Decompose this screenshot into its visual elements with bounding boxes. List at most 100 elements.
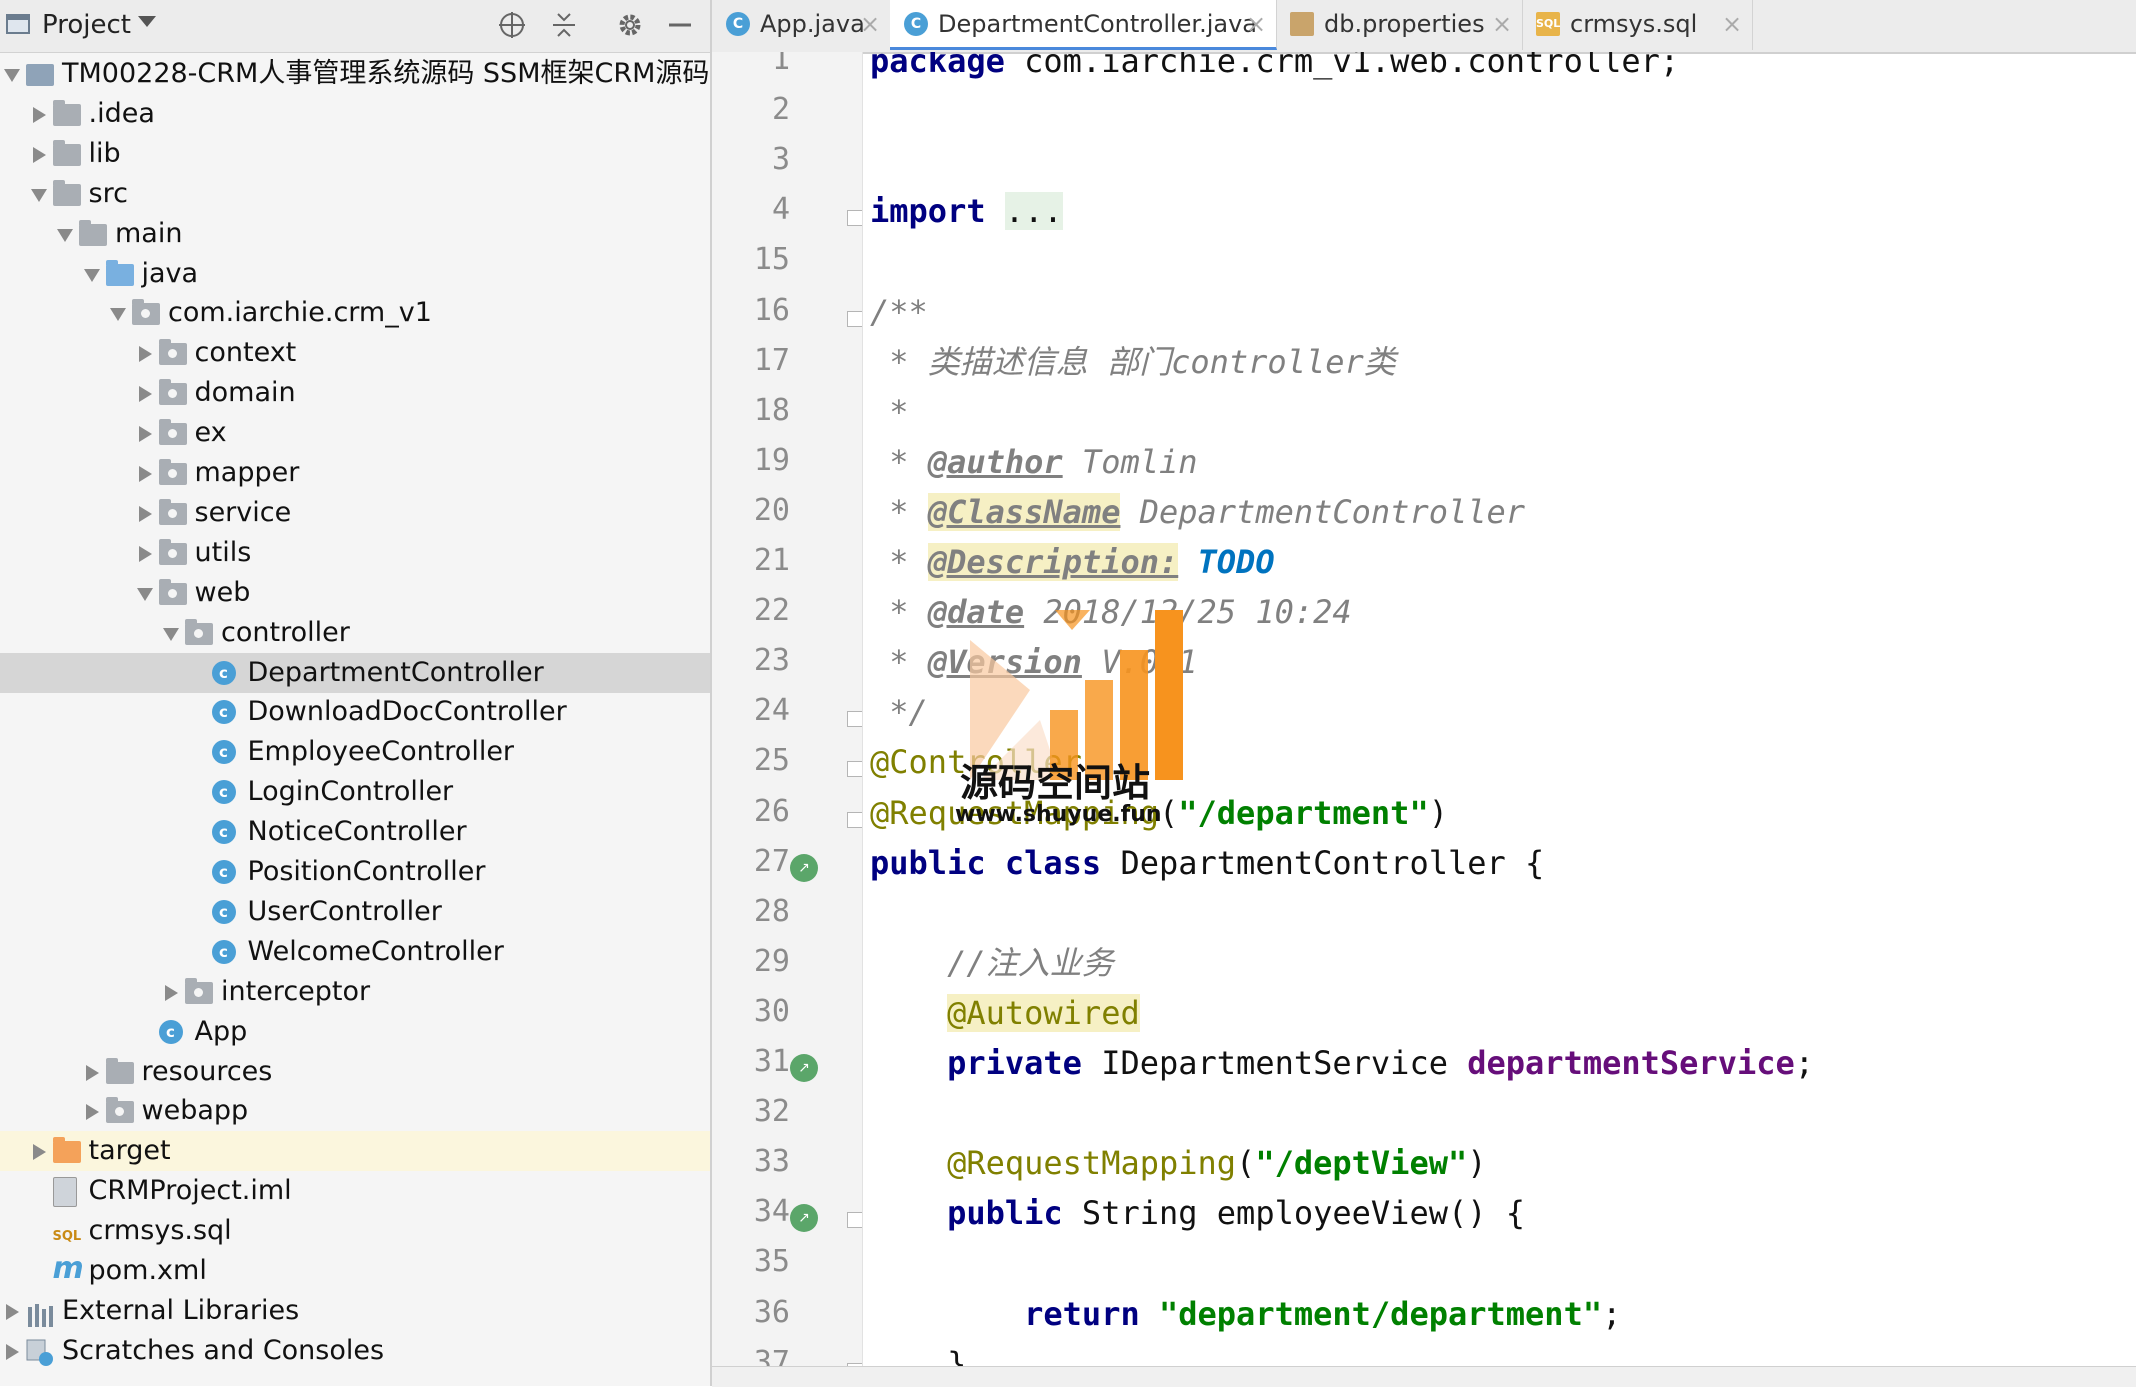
editor-tab[interactable]: C App.java × — [712, 0, 891, 50]
project-panel-title[interactable]: Project — [42, 10, 131, 40]
line-number: 16 — [753, 292, 790, 328]
code-line: @RequestMapping("/deptView") — [870, 1138, 1487, 1188]
fold-marker-icon[interactable] — [847, 1212, 862, 1229]
tree-item[interactable]: External Libraries — [0, 1291, 710, 1331]
tree-item[interactable]: utils — [0, 533, 710, 573]
tree-item[interactable]: java — [0, 254, 710, 294]
expanded-arrow-icon[interactable] — [110, 308, 126, 322]
fold-marker-icon[interactable] — [847, 761, 862, 778]
collapsed-arrow-icon[interactable] — [6, 1343, 19, 1360]
tree-item[interactable]: web — [0, 573, 710, 613]
tree-item[interactable]: TM00228-CRM人事管理系统源码 SSM框架CRM源码 [C — [0, 54, 710, 94]
tree-item[interactable]: c UserController — [0, 892, 710, 932]
collapsed-arrow-icon[interactable] — [85, 1064, 99, 1081]
spring-bean-gutter-icon[interactable]: ↗ — [790, 1054, 818, 1082]
collapsed-arrow-icon[interactable] — [32, 1144, 46, 1161]
tree-item[interactable]: c WelcomeController — [0, 932, 710, 972]
collapsed-arrow-icon[interactable] — [138, 466, 152, 482]
tree-item[interactable]: webapp — [0, 1091, 710, 1131]
tree-item[interactable]: c NoticeController — [0, 812, 710, 852]
fold-marker-icon[interactable] — [847, 210, 862, 227]
collapsed-arrow-icon[interactable] — [165, 984, 178, 1001]
collapsed-arrow-icon[interactable] — [138, 545, 152, 562]
tree-item[interactable]: ex — [0, 413, 710, 453]
collapsed-arrow-icon[interactable] — [6, 1303, 19, 1320]
expanded-arrow-icon[interactable] — [30, 188, 47, 202]
code-token: ( — [1236, 1144, 1256, 1183]
spring-bean-gutter-icon[interactable]: ↗ — [790, 853, 818, 882]
tree-item[interactable]: m pom.xml — [0, 1251, 710, 1291]
tree-item[interactable]: service — [0, 493, 710, 533]
code-token: private — [947, 1044, 1082, 1082]
tree-item[interactable]: controller — [0, 613, 710, 653]
tree-item[interactable]: lib — [0, 134, 710, 174]
tree-item[interactable]: interceptor — [0, 972, 710, 1012]
tree-item-label: .idea — [88, 97, 155, 129]
spring-bean-gutter-icon[interactable]: ↗ — [790, 1204, 818, 1233]
gear-icon[interactable] — [614, 10, 646, 42]
fold-marker-icon[interactable] — [847, 310, 862, 327]
tree-item[interactable]: domain — [0, 373, 710, 413]
collapsed-arrow-icon[interactable] — [138, 505, 152, 522]
tree-item[interactable]: SQL crmsys.sql — [0, 1211, 710, 1251]
expanded-arrow-icon[interactable] — [136, 587, 153, 601]
tree-item[interactable]: CRMProject.iml — [0, 1171, 710, 1211]
tree-item[interactable]: mapper — [0, 453, 710, 493]
tree-item[interactable]: c LoginController — [0, 772, 710, 812]
collapsed-arrow-icon[interactable] — [138, 346, 152, 363]
folder-icon — [52, 139, 81, 166]
code-token: @Autowired — [947, 993, 1140, 1032]
tab-label: App.java — [760, 10, 865, 38]
close-icon[interactable]: × — [1722, 0, 1742, 48]
tree-item[interactable]: c EmployeeController — [0, 732, 710, 772]
tree-item-label: WelcomeController — [247, 935, 504, 967]
tree-item[interactable]: c DepartmentController — [0, 652, 710, 693]
minimize-icon[interactable] — [664, 10, 696, 42]
code-line: import ... — [870, 186, 1063, 236]
tree-item[interactable]: .idea — [0, 94, 710, 134]
close-icon[interactable]: × — [860, 0, 880, 48]
tab-label: crmsys.sql — [1570, 10, 1698, 38]
editor-tab[interactable]: C DepartmentController.java × — [890, 0, 1277, 50]
editor-tab[interactable]: SQL crmsys.sql × — [1522, 0, 1753, 50]
tree-item[interactable]: resources — [0, 1052, 710, 1092]
java-class-icon: c — [211, 899, 236, 924]
tree-item-label: target — [88, 1135, 171, 1167]
close-icon[interactable]: × — [1492, 0, 1512, 48]
chevron-down-icon[interactable] — [138, 16, 156, 27]
close-icon[interactable]: × — [1246, 0, 1266, 48]
line-number: 3 — [771, 142, 790, 178]
code-token: ) — [1467, 1144, 1487, 1183]
expanded-arrow-icon[interactable] — [163, 627, 179, 641]
collapsed-arrow-icon[interactable] — [138, 386, 152, 403]
line-number: 32 — [753, 1094, 790, 1130]
fold-marker-icon[interactable] — [847, 811, 862, 828]
tree-item[interactable]: com.iarchie.crm_v1 — [0, 293, 710, 333]
expanded-arrow-icon[interactable] — [57, 228, 73, 242]
tree-item-label: External Libraries — [62, 1294, 300, 1326]
java-class-icon: c — [158, 1019, 183, 1044]
tree-item[interactable]: context — [0, 333, 710, 373]
code-line: //注入业务 — [870, 938, 1114, 988]
expanded-arrow-icon[interactable] — [4, 69, 20, 82]
collapsed-arrow-icon[interactable] — [32, 146, 46, 163]
expanded-arrow-icon[interactable] — [83, 268, 100, 282]
tree-item[interactable]: c DownloadDocController — [0, 692, 710, 732]
tree-item[interactable]: src — [0, 174, 710, 214]
locate-icon[interactable] — [496, 10, 528, 42]
tree-item[interactable]: target — [0, 1131, 710, 1172]
code-token: * — [870, 442, 928, 481]
code-line: * — [870, 387, 908, 437]
fold-marker-icon[interactable] — [847, 711, 862, 728]
tree-item[interactable]: Scratches and Consoles — [0, 1331, 710, 1371]
tree-item[interactable]: c PositionController — [0, 852, 710, 892]
editor-tab[interactable]: db.properties × — [1276, 0, 1523, 50]
collapsed-arrow-icon[interactable] — [85, 1104, 99, 1121]
line-number: 29 — [753, 943, 790, 979]
line-number: 24 — [753, 693, 790, 729]
tree-item[interactable]: c App — [0, 1012, 710, 1052]
collapse-all-icon[interactable] — [548, 10, 580, 42]
collapsed-arrow-icon[interactable] — [32, 106, 46, 123]
tree-item[interactable]: main — [0, 214, 710, 254]
collapsed-arrow-icon[interactable] — [138, 426, 152, 443]
